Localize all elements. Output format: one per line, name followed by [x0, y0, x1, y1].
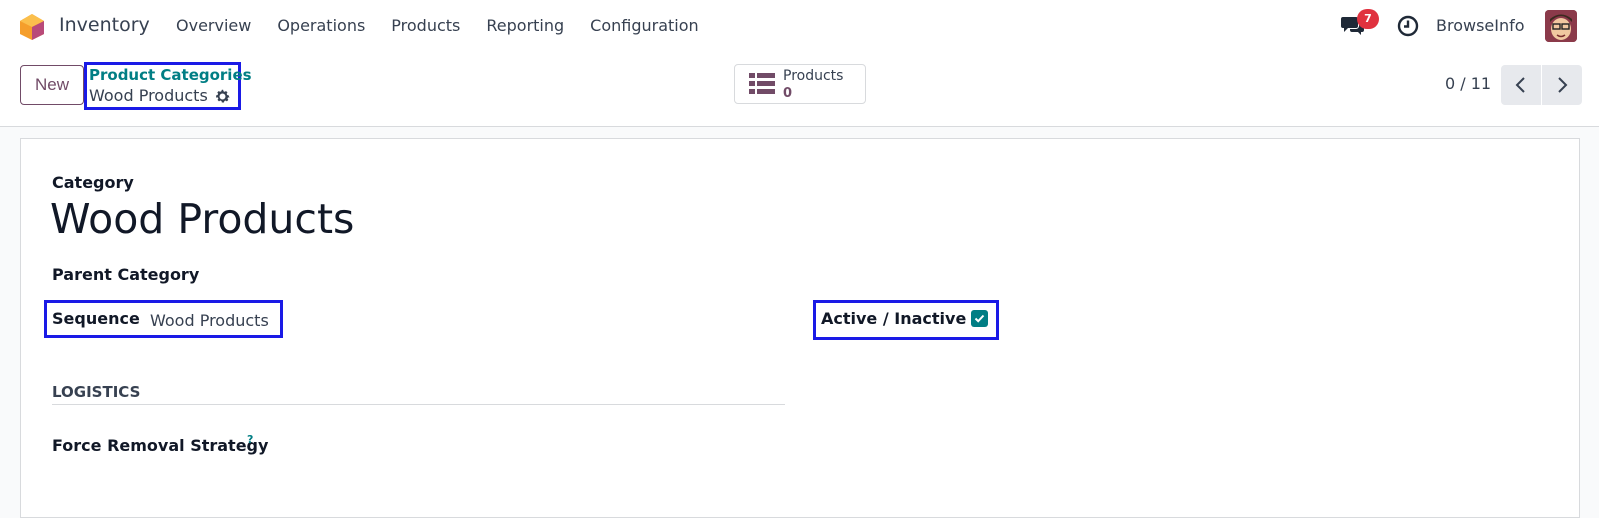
active-checkbox[interactable]	[971, 310, 988, 327]
smart-button-label: Products	[783, 68, 844, 84]
top-navbar: Inventory Overview Operations Products R…	[0, 0, 1599, 52]
sequence-label: Sequence	[52, 309, 140, 328]
section-divider	[52, 404, 785, 405]
help-tooltip-icon[interactable]: ?	[247, 433, 253, 446]
checkmark-icon	[974, 314, 985, 323]
clock-icon[interactable]	[1397, 15, 1419, 37]
main-menu: Overview Operations Products Reporting C…	[176, 16, 725, 35]
chevron-right-icon	[1558, 77, 1568, 93]
pager-next-button[interactable]	[1542, 65, 1582, 105]
new-button[interactable]: New	[20, 65, 84, 105]
gear-icon[interactable]	[214, 88, 231, 105]
messages-badge: 7	[1357, 9, 1379, 29]
smart-button-value: 0	[783, 86, 793, 101]
parent-category-label: Parent Category	[52, 265, 200, 284]
menu-operations[interactable]: Operations	[277, 16, 365, 35]
products-smart-button[interactable]: Products 0	[734, 64, 866, 104]
form-sheet: Category Wood Products Parent Category S…	[20, 138, 1580, 518]
app-name[interactable]: Inventory	[59, 14, 150, 36]
company-name[interactable]: BrowseInfo	[1436, 16, 1525, 35]
breadcrumb-current: Wood Products	[89, 86, 208, 105]
list-icon	[749, 73, 775, 94]
menu-reporting[interactable]: Reporting	[486, 16, 564, 35]
pager-previous-button[interactable]	[1501, 65, 1541, 105]
control-panel: New Product Categories Wood Products Pro…	[0, 52, 1599, 127]
pager-value[interactable]: 0 / 11	[1445, 74, 1491, 93]
menu-configuration[interactable]: Configuration	[590, 16, 699, 35]
menu-overview[interactable]: Overview	[176, 16, 251, 35]
avatar[interactable]	[1545, 10, 1577, 42]
chevron-left-icon	[1515, 77, 1525, 93]
logistics-heading: LOGISTICS	[52, 383, 141, 401]
active-label: Active / Inactive	[821, 309, 967, 328]
sequence-field[interactable]: Wood Products	[150, 311, 269, 330]
removal-strategy-label: Force Removal Strategy	[52, 436, 269, 455]
category-name-field[interactable]: Wood Products	[50, 195, 354, 243]
breadcrumb-parent-link[interactable]: Product Categories	[89, 66, 252, 84]
menu-products[interactable]: Products	[391, 16, 460, 35]
app-logo-icon[interactable]	[19, 13, 45, 41]
category-label: Category	[52, 173, 134, 192]
